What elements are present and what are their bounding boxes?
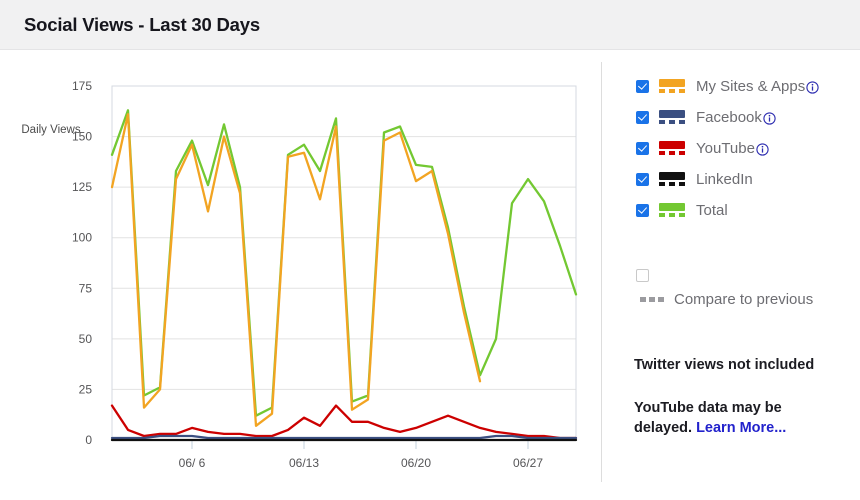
y-axis-tick-label: 175 bbox=[72, 79, 92, 93]
dashed-line-swatch bbox=[640, 297, 664, 302]
info-icon[interactable] bbox=[806, 81, 819, 94]
legend-item-label: YouTube bbox=[696, 140, 755, 157]
y-axis-tick-label: 50 bbox=[79, 332, 93, 346]
compare-to-previous-row[interactable]: Compare to previous bbox=[636, 291, 813, 308]
legend-item-my-sites-apps[interactable]: My Sites & Apps bbox=[636, 75, 819, 97]
legend-color-swatch bbox=[659, 172, 685, 186]
x-axis-tick-label: 06/13 bbox=[289, 456, 319, 470]
y-axis-tick-label: 125 bbox=[72, 180, 92, 194]
legend-checkbox[interactable] bbox=[636, 173, 649, 186]
legend-item-label: LinkedIn bbox=[696, 171, 753, 188]
x-axis-tick-label: 06/27 bbox=[513, 456, 543, 470]
page-title: Social Views - Last 30 Days bbox=[24, 14, 260, 36]
legend-color-swatch bbox=[659, 203, 685, 217]
legend-pane: My Sites & Apps Facebook YouTube LinkedIn To… bbox=[602, 51, 860, 500]
legend-item-label: Facebook bbox=[696, 109, 762, 126]
x-axis-tick-label: 06/ 6 bbox=[179, 456, 206, 470]
legend-checkbox[interactable] bbox=[636, 142, 649, 155]
twitter-note: Twitter views not included bbox=[634, 355, 849, 375]
y-axis-tick-label: 0 bbox=[85, 433, 92, 447]
legend-item-label: My Sites & Apps bbox=[696, 78, 805, 95]
youtube-delay-note: YouTube data may be delayed. Learn More.… bbox=[634, 398, 834, 438]
legend-color-swatch bbox=[659, 79, 685, 93]
info-icon[interactable] bbox=[756, 143, 769, 156]
y-axis-tick-label: 150 bbox=[72, 130, 92, 144]
series-line-my-sites-apps bbox=[112, 114, 480, 426]
y-axis-tick-label: 100 bbox=[72, 231, 92, 245]
legend-checkbox[interactable] bbox=[636, 80, 649, 93]
legend-color-swatch bbox=[659, 110, 685, 124]
social-views-line-chart: 0 25 50 75 100 125 150 175 06/ 6 06/13 06/20 06/27 bbox=[0, 51, 601, 500]
widget-header: Social Views - Last 30 Days bbox=[0, 0, 860, 50]
learn-more-link[interactable]: Learn More... bbox=[696, 420, 786, 436]
social-views-widget: Social Views - Last 30 Days Daily Views … bbox=[0, 0, 860, 500]
legend-item-linkedin[interactable]: LinkedIn bbox=[636, 168, 753, 190]
compare-to-previous-label: Compare to previous bbox=[674, 291, 813, 308]
info-icon[interactable] bbox=[763, 112, 776, 125]
legend-item-facebook[interactable]: Facebook bbox=[636, 106, 776, 128]
x-axis-tick-label: 06/20 bbox=[401, 456, 431, 470]
compare-to-previous-checkbox[interactable] bbox=[636, 269, 649, 282]
legend-color-swatch bbox=[659, 141, 685, 155]
legend-item-total[interactable]: Total bbox=[636, 199, 728, 221]
legend-item-youtube[interactable]: YouTube bbox=[636, 137, 769, 159]
y-axis-tick-label: 25 bbox=[79, 382, 93, 396]
legend-item-label: Total bbox=[696, 202, 728, 219]
legend-checkbox[interactable] bbox=[636, 111, 649, 124]
legend-checkbox[interactable] bbox=[636, 204, 649, 217]
y-axis-tick-label: 75 bbox=[79, 281, 93, 295]
series-line-youtube bbox=[112, 406, 576, 438]
chart-pane: Daily Views 025507510012515017506/ 606/1… bbox=[0, 51, 601, 500]
series-line-facebook bbox=[112, 436, 576, 438]
compare-to-previous-group: Compare to previous bbox=[636, 269, 813, 308]
